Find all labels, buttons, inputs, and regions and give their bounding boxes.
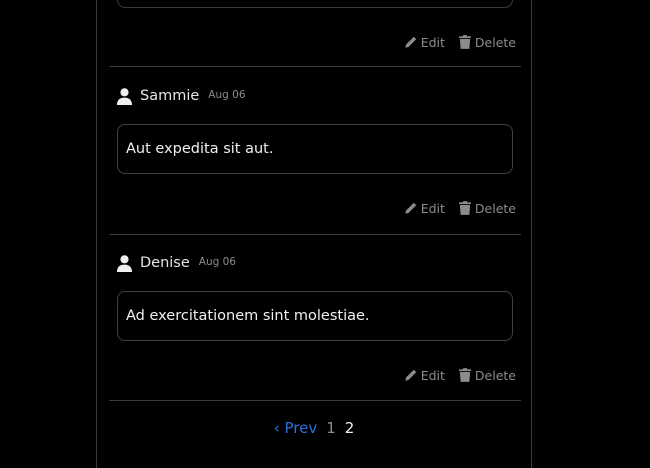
pencil-icon (405, 36, 416, 48)
delete-label: Delete (474, 367, 516, 383)
prev-page-link[interactable]: ‹ Prev (274, 419, 318, 437)
comment-body-previous (117, 0, 513, 8)
comment-text: Aut expedita sit aut. (126, 141, 274, 157)
trash-icon (458, 201, 471, 215)
page-link-1[interactable]: 1 (326, 419, 336, 437)
user-icon (117, 254, 132, 272)
comment-actions: Edit Delete (404, 33, 516, 51)
edit-label: Edit (420, 367, 445, 383)
edit-button[interactable]: Edit (404, 201, 445, 216)
pagination: ‹ Prev 1 2 (97, 418, 531, 438)
divider (109, 400, 521, 401)
comment-text: Ad exercitationem sint molestiae. (126, 308, 370, 324)
page-link-2-current[interactable]: 2 (345, 419, 355, 437)
comment-body: Aut expedita sit aut. (117, 124, 513, 174)
delete-label: Delete (474, 200, 516, 216)
trash-icon (458, 35, 471, 49)
edit-button[interactable]: Edit (404, 35, 445, 50)
trash-icon (458, 368, 471, 382)
edit-label: Edit (420, 34, 445, 50)
divider (109, 66, 521, 67)
delete-button[interactable]: Delete (458, 367, 516, 383)
comment-header: Sammie Aug 06 (117, 86, 246, 106)
comment-body: Ad exercitationem sint molestiae. (117, 291, 513, 341)
delete-label: Delete (474, 34, 516, 50)
pencil-icon (405, 202, 416, 214)
comment-author[interactable]: Denise (140, 255, 190, 271)
pencil-icon (405, 369, 416, 381)
comment-actions: Edit Delete (404, 366, 516, 384)
edit-label: Edit (420, 200, 445, 216)
user-icon (117, 87, 132, 105)
edit-button[interactable]: Edit (404, 368, 445, 383)
delete-button[interactable]: Delete (458, 200, 516, 216)
divider (109, 234, 521, 235)
comment-date: Aug 06 (208, 89, 246, 101)
comment-header: Denise Aug 06 (117, 253, 236, 273)
comments-panel: Edit Delete Sammie Aug 06 Aut expedita s… (96, 0, 532, 468)
comment-date: Aug 06 (198, 256, 236, 268)
delete-button[interactable]: Delete (458, 34, 516, 50)
comment-author[interactable]: Sammie (140, 88, 199, 104)
comment-actions: Edit Delete (404, 199, 516, 217)
